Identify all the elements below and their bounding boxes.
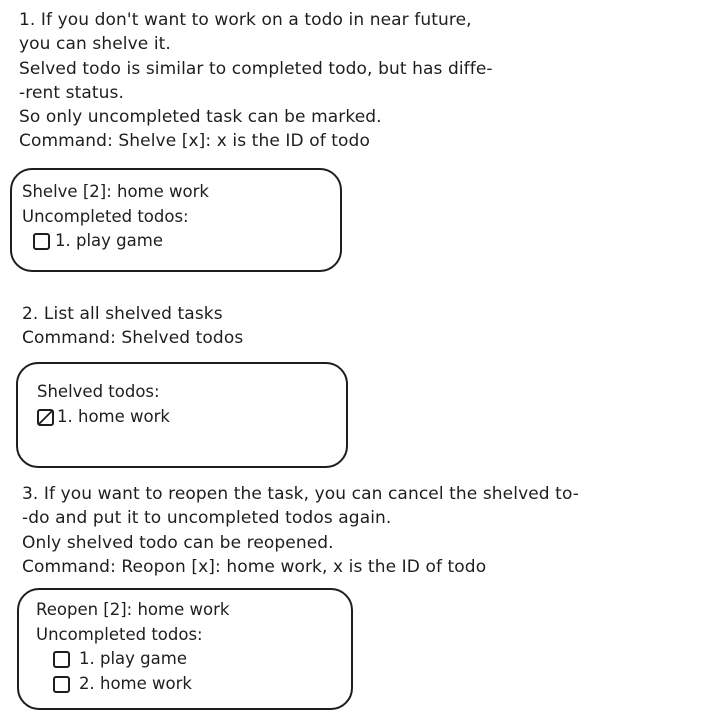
checkbox-shelved-icon	[37, 408, 54, 426]
section1-line: 1. If you don't want to work on a todo i…	[19, 10, 472, 30]
section2-line: 2. List all shelved tasks	[22, 304, 223, 324]
shelve-example-content: Shelve [2]: home work Uncompleted todos:…	[22, 180, 209, 254]
todo-item: 2. home work	[36, 672, 229, 697]
reopen-command-text: Reopen [2]: home work	[36, 600, 230, 619]
section1-line: you can shelve it.	[19, 34, 171, 55]
section1-line: Command: Shelve [x]: x is the ID of todo	[19, 131, 370, 152]
section3-description: 3. If you want to reopen the task, you c…	[22, 482, 579, 579]
checkbox-unchecked-icon	[33, 233, 50, 250]
section3-line: 3. If you want to reopen the task, you c…	[22, 484, 579, 504]
section3-line: Command: Reopon [x]: home work, x is the…	[22, 556, 487, 577]
todo-item: 1. home work	[37, 405, 170, 430]
checkbox-unchecked-icon	[53, 676, 70, 693]
reopen-example-content: Reopen [2]: home work Uncompleted todos:…	[36, 598, 229, 697]
todo-item-label: 1. play game	[79, 649, 187, 669]
todo-item-label: 1. home work	[57, 406, 170, 426]
shelved-todos-heading: Shelved todos:	[37, 382, 160, 401]
todo-item: 1. play game	[36, 647, 229, 672]
section1-line: So only uncompleted task can be marked.	[19, 107, 382, 128]
section3-line: -do and put it to uncompleted todos agai…	[22, 508, 392, 529]
checkbox-unchecked-icon	[53, 651, 70, 668]
section3-line: Only shelved todo can be reopened.	[22, 532, 334, 553]
todo-item-label: 1. play game	[55, 231, 163, 251]
todo-item: 1. play game	[22, 229, 209, 254]
shelved-list-example-content: Shelved todos: 1. home work	[37, 380, 170, 430]
todo-item-label: 2. home work	[79, 674, 192, 694]
uncompleted-todos-heading: Uncompleted todos:	[36, 624, 203, 644]
section1-line: -rent status.	[19, 82, 124, 103]
shelve-command-text: Shelve [2]: home work	[22, 182, 209, 201]
section2-line: Command: Shelved todos	[22, 328, 244, 349]
uncompleted-todos-heading: Uncompleted todos:	[22, 206, 189, 226]
section2-description: 2. List all shelved tasks Command: Shelv…	[22, 302, 243, 351]
section1-description: 1. If you don't want to work on a todo i…	[19, 8, 493, 154]
section1-line: Selved todo is similar to completed todo…	[19, 58, 493, 79]
